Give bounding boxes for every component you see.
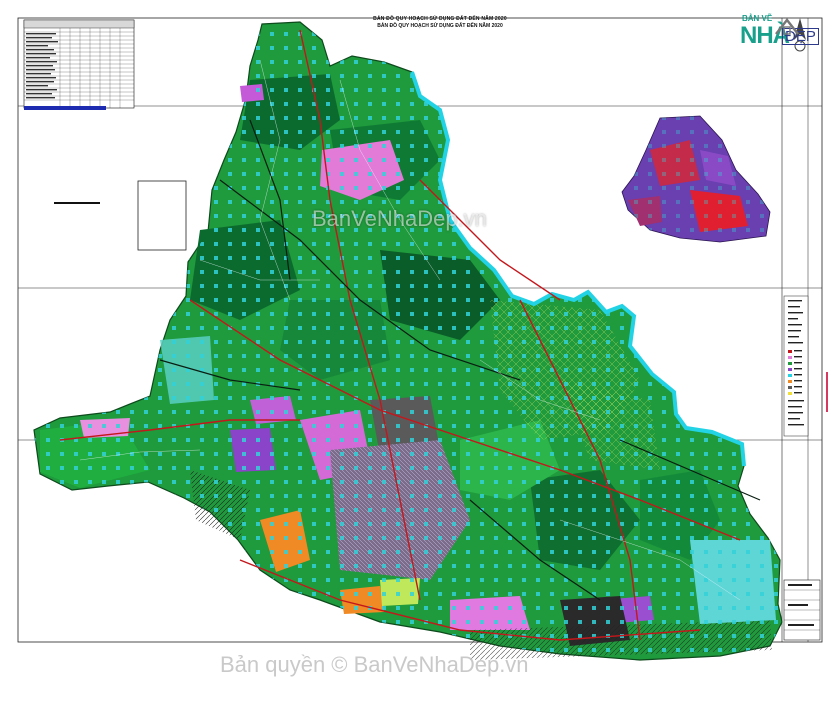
- map-title-block: BẢN ĐỒ QUY HOẠCH SỬ DỤNG ĐẤT ĐẾN NĂM 202…: [340, 16, 540, 30]
- copyright-watermark: Bản quyền © BanVeNhaDep.vn: [220, 652, 529, 677]
- map-title: BẢN ĐỒ QUY HOẠCH SỬ DỤNG ĐẤT ĐẾN NĂM 202…: [377, 23, 503, 29]
- legend-box: [137, 180, 187, 251]
- map-sheet: BẢN ĐỒ QUY HOẠCH SỬ DỤNG ĐẤT ĐẾN NĂM 202…: [0, 0, 840, 702]
- scale-bar: [54, 202, 100, 204]
- brand-logo: BẢN VẼ NHÀ ĐẸP: [716, 14, 826, 64]
- center-watermark: BanVeNhaDep.vn: [312, 206, 487, 231]
- map-canvas: [17, 17, 828, 661]
- signature-block: [783, 579, 821, 641]
- statistics-table: [23, 19, 135, 110]
- map-title-top: BẢN ĐỒ QUY HOẠCH SỬ DỤNG ĐẤT ĐẾN NĂM 202…: [373, 16, 507, 22]
- house-icon: [775, 18, 799, 35]
